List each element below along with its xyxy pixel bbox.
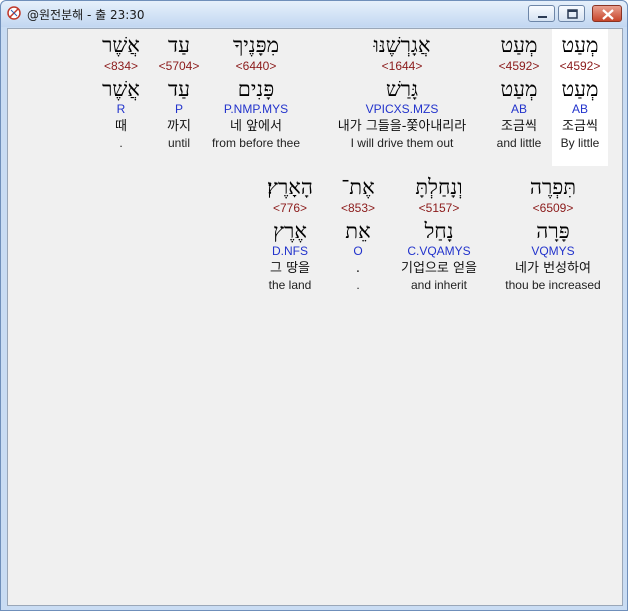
hebrew-word: תִּפְרֶה	[529, 175, 577, 199]
morphology-code: P	[174, 102, 183, 116]
morphology-code: C.VQAMYS	[407, 244, 471, 258]
word-column[interactable]: מְעַט <4592> מְעַט AB 조금씩 and little	[489, 33, 549, 151]
strong-number-link[interactable]: <5157>	[386, 200, 492, 216]
morphology-code: AB	[510, 102, 527, 116]
korean-gloss: 조금씩	[501, 119, 537, 134]
morphology-code: P.NMP.MYS	[223, 102, 289, 116]
english-gloss: .	[356, 278, 360, 292]
korean-gloss: 네가 번성하여	[515, 261, 591, 276]
hebrew-word: אֲגָרְשֶׁנּוּ	[373, 33, 431, 57]
lemma-word: מְעַט	[500, 77, 538, 101]
title-bar[interactable]: @원전분해 - 출 23:30	[1, 1, 627, 27]
lemma-word: אֶרֶץ	[273, 219, 307, 243]
korean-gloss: 기업으로 얻을	[401, 261, 477, 276]
morphology-code: AB	[571, 102, 588, 116]
strong-number-link[interactable]: <6440>	[201, 58, 311, 74]
strong-number-link[interactable]: <834>	[98, 58, 144, 74]
lemma-word: מְעַט	[561, 77, 599, 101]
strong-number-link[interactable]: <4592>	[552, 58, 608, 74]
morphology-code: D.NFS	[272, 244, 308, 258]
maximize-icon	[567, 9, 578, 19]
word-column[interactable]: אֲשֶׁר <834> אֲשֶׁר R 때.	[98, 33, 144, 151]
morphology-code: O	[353, 244, 363, 258]
korean-gloss: 조금씩	[562, 119, 598, 134]
korean-gloss: .	[355, 261, 361, 276]
morphology-code: VQMYS	[531, 244, 575, 258]
english-gloss: until	[167, 136, 190, 150]
strong-number-link[interactable]: <1644>	[319, 58, 485, 74]
hebrew-word: עַד	[168, 33, 190, 57]
morphology-code: R	[116, 102, 126, 116]
hebrew-word: אֶת־	[341, 175, 375, 199]
korean-gloss: 까지	[167, 119, 191, 134]
hebrew-word: מִפָּנֶיךָ	[232, 33, 280, 57]
lemma-word: גָּרַשׁ	[385, 77, 419, 101]
english-gloss: By little	[560, 136, 600, 150]
english-gloss: from before thee	[211, 136, 301, 150]
app-window: @원전분해 - 출 23:30 מְעַט <4592> מְעַט AB 조금씩 By …	[0, 0, 628, 611]
lemma-word: פָּנִים	[237, 77, 275, 101]
english-gloss: the land	[268, 278, 312, 292]
english-gloss: and little	[496, 136, 542, 150]
lemma-word: אֲשֶׁר	[102, 77, 140, 101]
word-column[interactable]: עַד <5704> עַד P 까지 until	[156, 33, 202, 151]
window-title: @원전분해 - 출 23:30	[27, 8, 145, 22]
close-button[interactable]	[592, 5, 622, 22]
app-icon	[7, 6, 21, 20]
hebrew-word: מְעַט	[561, 33, 599, 57]
lemma-word: עַד	[168, 77, 190, 101]
english-gloss: I will drive them out	[350, 136, 454, 150]
lemma-word: אֵת	[345, 219, 371, 243]
close-icon	[602, 9, 614, 20]
minimize-icon	[538, 16, 547, 18]
hebrew-word: הָאָרֶץ׃	[267, 175, 313, 199]
korean-gloss: 내가 그들을-쫓아내리라	[337, 119, 467, 134]
minimize-button[interactable]	[528, 5, 555, 22]
korean-gloss: 그 땅을	[269, 261, 310, 276]
hebrew-word: וְנָחַלְתָּ	[415, 175, 463, 199]
word-column[interactable]: תִּפְרֶה <6509> פָּרָה VQMYS 네가 번성하여 thou be …	[496, 175, 610, 293]
word-column[interactable]: הָאָרֶץ׃ <776> אֶרֶץ D.NFS 그 땅을 the land	[260, 175, 320, 293]
english-gloss: .	[119, 136, 123, 150]
strong-number-link[interactable]: <5704>	[156, 58, 202, 74]
strong-number-link[interactable]: <853>	[335, 200, 381, 216]
strong-number-link[interactable]: <776>	[260, 200, 320, 216]
strong-number-link[interactable]: <4592>	[489, 58, 549, 74]
hebrew-word: מְעַט	[500, 33, 538, 57]
lemma-word: נָחַל	[424, 219, 454, 243]
word-column-selected[interactable]: מְעַט <4592> מְעַט AB 조금씩 By little	[552, 29, 608, 166]
english-gloss: and inherit	[410, 278, 468, 292]
morphology-code: VPICXS.MZS	[365, 102, 439, 116]
maximize-button[interactable]	[558, 5, 585, 22]
word-column[interactable]: מִפָּנֶיךָ <6440> פָּנִים P.NMP.MYS 네 앞에서 fro…	[201, 33, 311, 151]
korean-gloss: 때	[115, 119, 127, 134]
word-column[interactable]: אֶת־ <853> אֵת O..	[335, 175, 381, 293]
korean-gloss: 네 앞에서	[230, 119, 282, 134]
word-column[interactable]: וְנָחַלְתָּ <5157> נָחַל C.VQAMYS 기업으로 얻을 and…	[386, 175, 492, 293]
lemma-word: פָּרָה	[536, 219, 570, 243]
english-gloss: thou be increased	[505, 278, 601, 292]
strong-number-link[interactable]: <6509>	[496, 200, 610, 216]
word-column[interactable]: אֲגָרְשֶׁנּוּ <1644> גָּרַשׁ VPICXS.MZS 내가 그…	[319, 33, 485, 151]
hebrew-word: אֲשֶׁר	[102, 33, 140, 57]
interlinear-view[interactable]: מְעַט <4592> מְעַט AB 조금씩 By little מְעַט <4592…	[7, 28, 623, 606]
